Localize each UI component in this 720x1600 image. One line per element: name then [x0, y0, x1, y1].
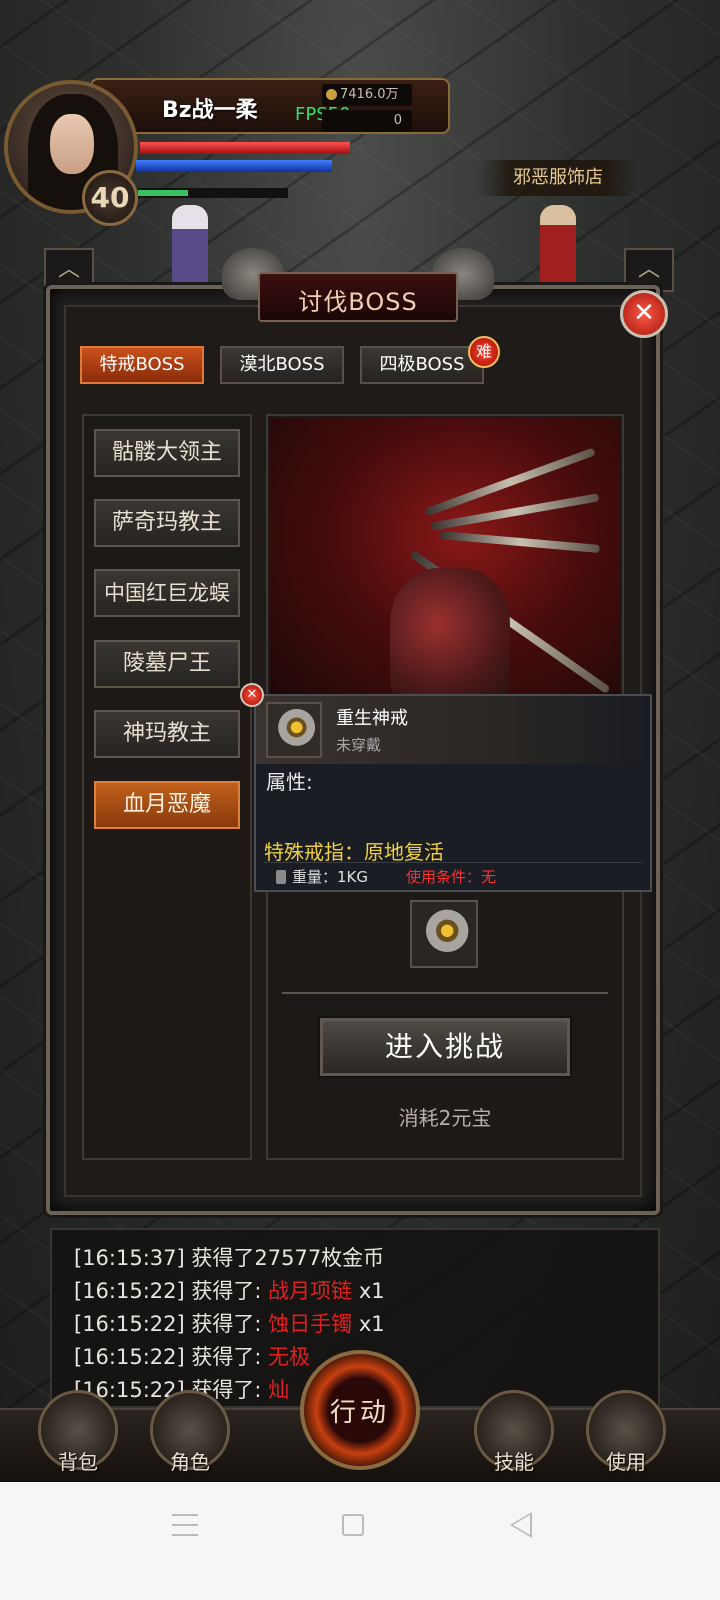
- chat-line: [16:15:22] 获得了: 无极: [74, 1341, 310, 1371]
- tooltip-use-condition: 使用条件：无: [406, 868, 497, 886]
- boss-claw: [439, 531, 601, 553]
- system-nav-bar: [0, 1482, 720, 1600]
- chat-time: [16:15:22]: [74, 1312, 185, 1336]
- rebirth-ring-icon: [266, 702, 322, 758]
- chat-text: 获得了:: [184, 1279, 269, 1303]
- tooltip-attr-label: 属性:: [266, 770, 313, 794]
- role-label[interactable]: 角色: [150, 1446, 230, 1475]
- back-icon[interactable]: [510, 1512, 532, 1538]
- boss-item-red-dragon-centipede[interactable]: 中国红巨龙蜈: [94, 569, 240, 617]
- hard-badge: 难: [468, 336, 500, 368]
- chat-text: 获得了:: [184, 1312, 269, 1336]
- avatar-face: [50, 114, 94, 174]
- action-label[interactable]: 行动: [300, 1392, 420, 1429]
- detail-divider: [282, 992, 608, 994]
- enter-challenge-button[interactable]: 进入挑战: [320, 1018, 570, 1076]
- tooltip-equip-status: 未穿戴: [336, 736, 382, 754]
- player-name: Bz战一柔: [162, 98, 258, 123]
- recents-icon[interactable]: [172, 1514, 198, 1536]
- tooltip-weight: 重量：1KG: [292, 868, 369, 886]
- panel-title: 讨伐BOSS: [298, 288, 418, 316]
- tooltip-close-icon[interactable]: ✕: [240, 683, 264, 707]
- chat-time: [16:15:37]: [74, 1246, 185, 1270]
- chat-item: 蚀日手镯: [268, 1312, 353, 1336]
- chat-line: [16:15:22] 获得了: 战月项链 x1: [74, 1275, 385, 1305]
- npc-left[interactable]: [172, 205, 208, 285]
- chat-item: 无极: [268, 1345, 311, 1369]
- tooltip-special-effect: 特殊戒指：原地复活: [264, 840, 444, 864]
- chat-line: [16:15:22] 获得了: 蚀日手镯 x1: [74, 1308, 385, 1338]
- challenge-cost: 消耗2元宝: [398, 1106, 492, 1130]
- boss-item-tomb-corpse-king[interactable]: 陵墓尸王: [94, 640, 240, 688]
- shop-label[interactable]: 邪恶服饰店: [478, 160, 638, 196]
- chat-line: [16:15:37] 获得了27577枚金币: [74, 1242, 384, 1272]
- npc-right[interactable]: [540, 205, 576, 285]
- boss-item-skeleton-lord[interactable]: 骷髅大领主: [94, 429, 240, 477]
- bag-label[interactable]: 背包: [38, 1446, 118, 1475]
- chat-time: [16:15:22]: [74, 1279, 185, 1303]
- chat-text: 获得了:: [184, 1345, 269, 1369]
- chat-time: [16:15:22]: [74, 1345, 185, 1369]
- home-icon[interactable]: [342, 1514, 364, 1536]
- reward-ring-icon[interactable]: [410, 900, 478, 968]
- mp-bar: [136, 160, 332, 172]
- gold-amount: 7416.0万: [322, 84, 412, 106]
- player-level-badge: 40: [82, 170, 138, 226]
- boss-item-blood-moon-demon[interactable]: 血月恶魔: [94, 781, 240, 829]
- hp-bar: [140, 142, 350, 154]
- tab-mobei-boss[interactable]: 漠北BOSS: [220, 346, 344, 384]
- chat-item: 战月项链: [268, 1279, 353, 1303]
- ingot-amount: 0: [322, 110, 412, 132]
- tab-special-ring-boss[interactable]: 特戒BOSS: [80, 346, 204, 384]
- boss-item-shenma-master[interactable]: 神玛教主: [94, 710, 240, 758]
- tab-siji-boss[interactable]: 四极BOSS: [360, 346, 484, 384]
- chat-suffix: x1: [352, 1279, 385, 1303]
- close-icon[interactable]: ✕: [620, 290, 668, 338]
- weight-icon: [276, 870, 286, 884]
- skill-label[interactable]: 技能: [474, 1446, 554, 1475]
- tooltip-item-name: 重生神戒: [336, 708, 408, 729]
- chat-suffix: x1: [352, 1312, 385, 1336]
- boss-item-saqima-master[interactable]: 萨奇玛教主: [94, 499, 240, 547]
- use-label[interactable]: 使用: [586, 1446, 666, 1475]
- boss-portrait: [270, 418, 620, 708]
- tooltip-divider: [264, 862, 642, 863]
- item-tooltip: 重生神戒 未穿戴 属性: 特殊戒指：原地复活 重量：1KG 使用条件：无: [254, 694, 652, 892]
- boss-body: [390, 568, 510, 708]
- chat-item: 灿: [268, 1378, 290, 1402]
- chat-text: 获得了27577枚金币: [184, 1246, 385, 1270]
- xp-bar: [138, 190, 188, 196]
